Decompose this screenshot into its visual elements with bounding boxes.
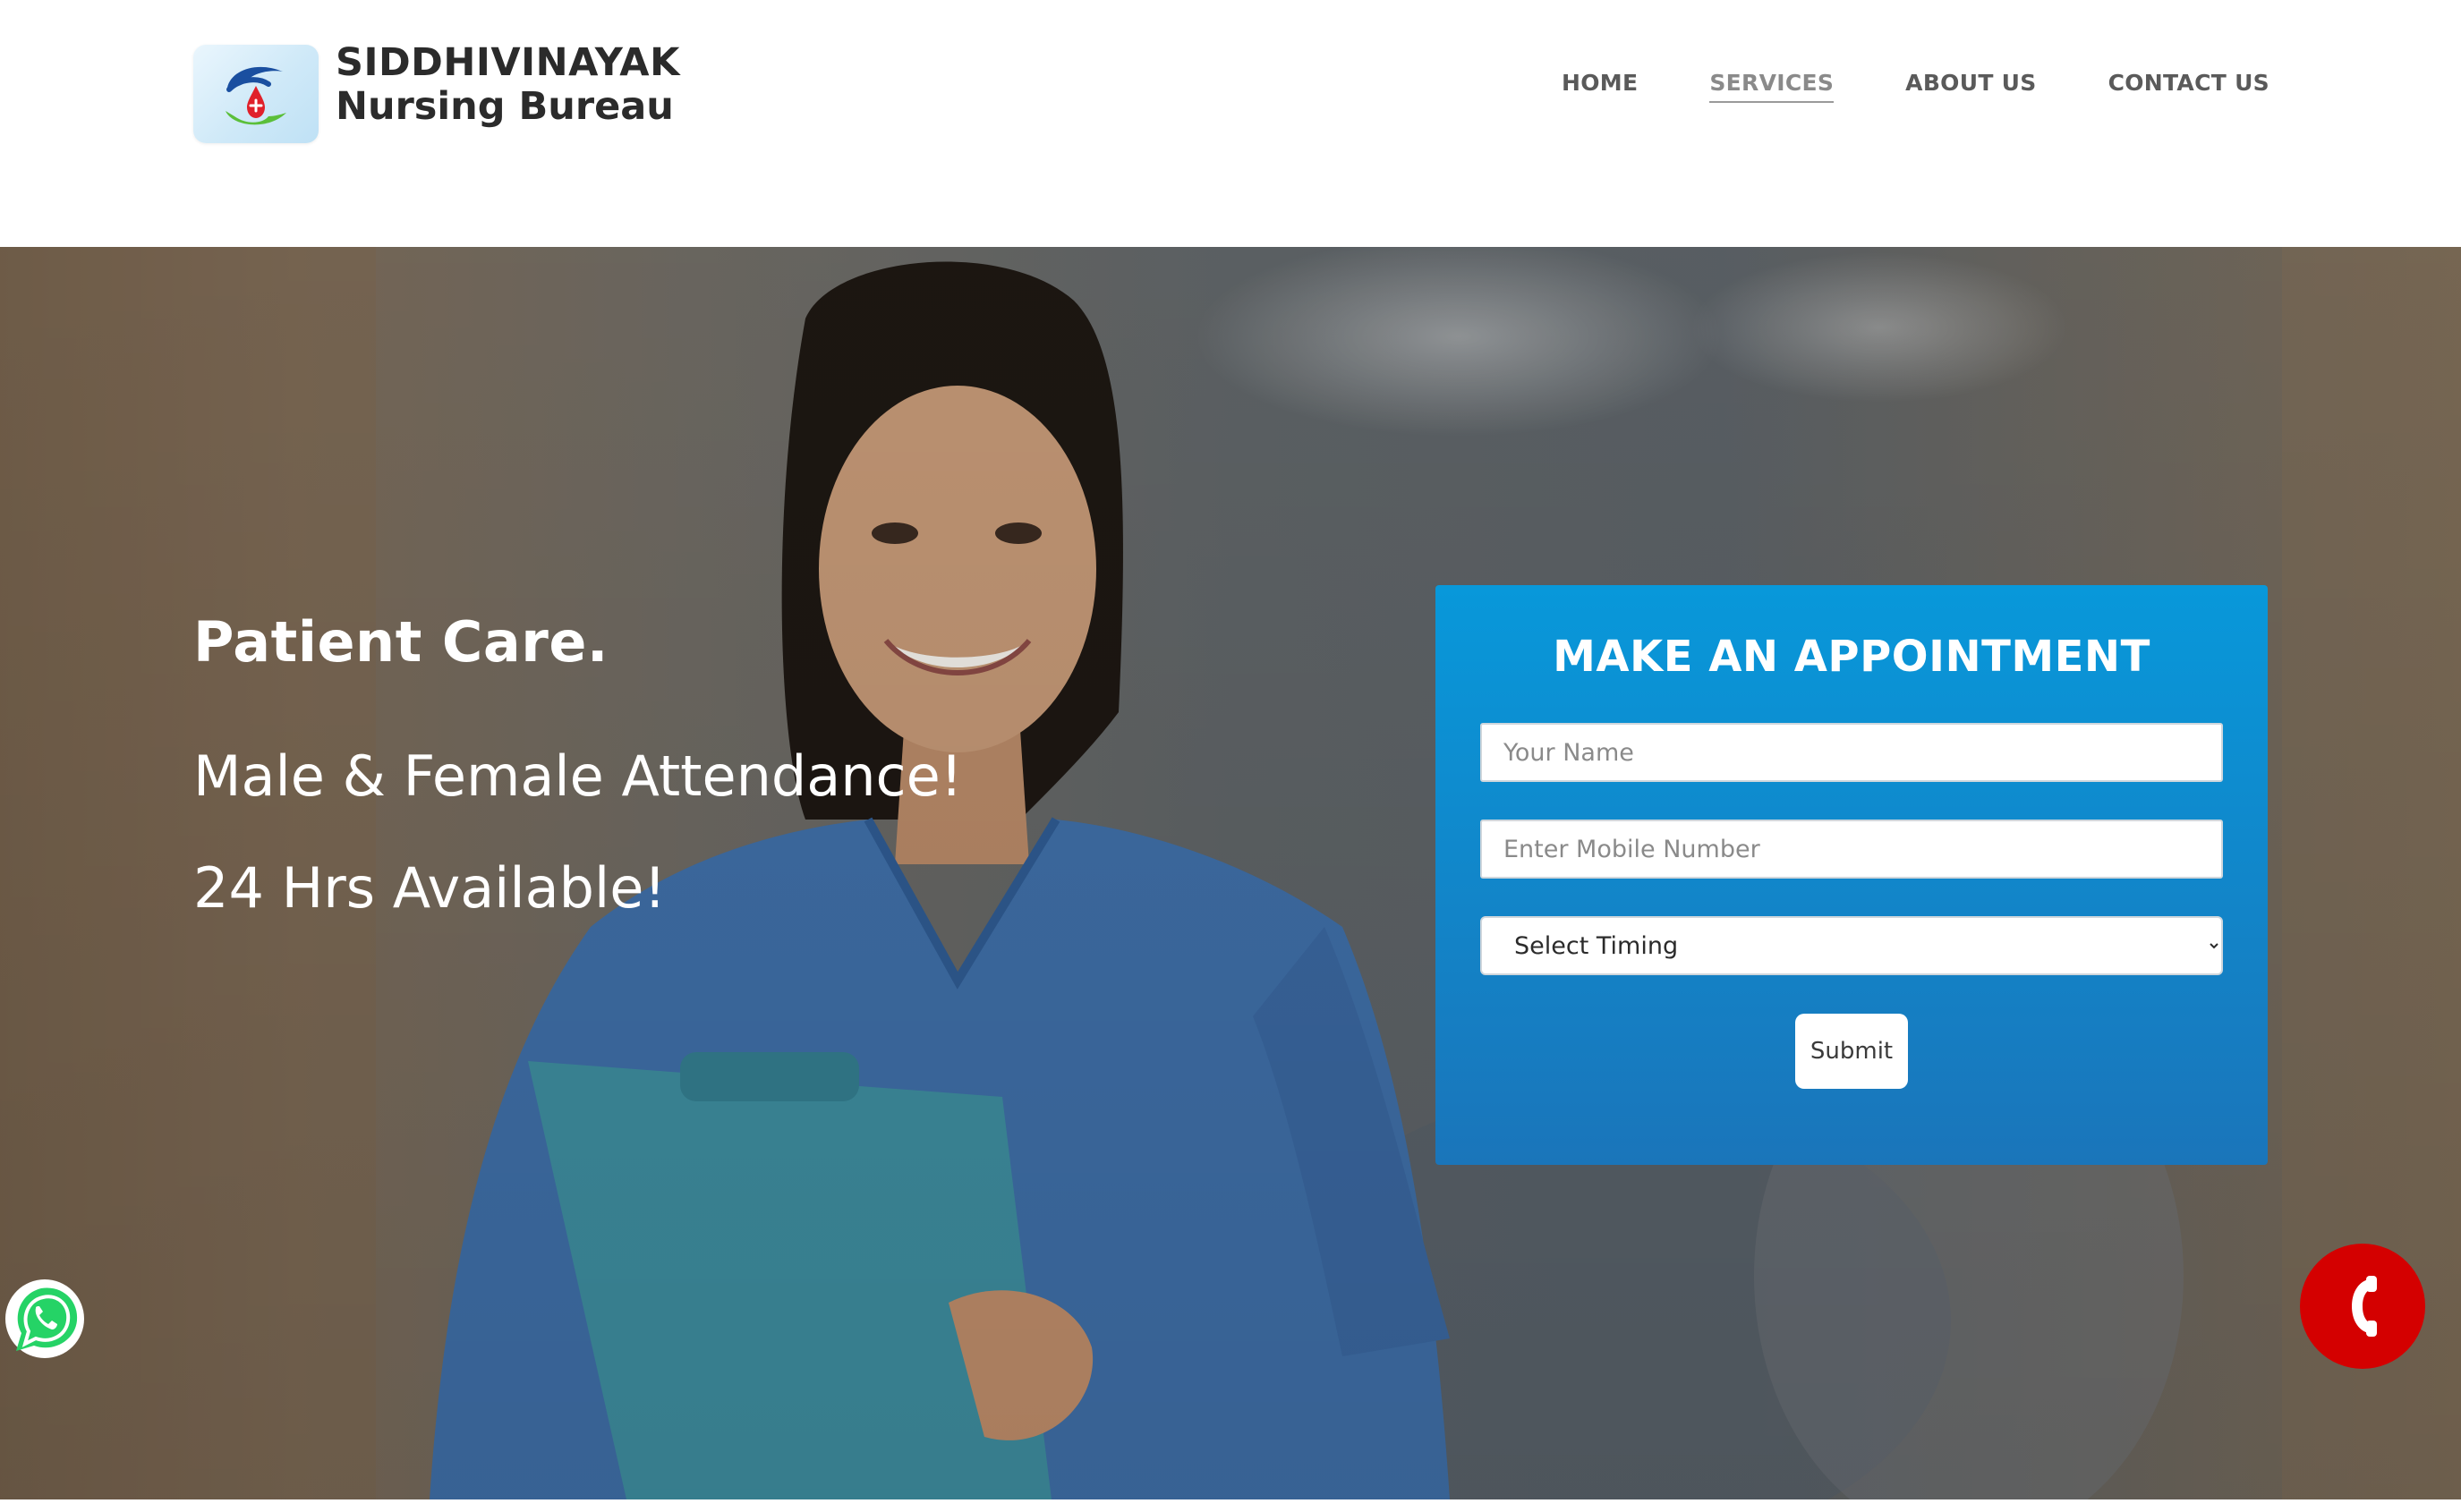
submit-button[interactable]: Submit [1795, 1014, 1908, 1089]
phone-icon [2352, 1276, 2377, 1337]
nav-about-us[interactable]: ABOUT US [1905, 70, 2036, 103]
site-header: SIDDHIVINAYAK Nursing Bureau HOME SERVIC… [0, 0, 2461, 247]
whatsapp-button[interactable] [0, 1274, 89, 1363]
appointment-title: MAKE AN APPOINTMENT [1553, 632, 2150, 682]
nav-services[interactable]: SERVICES [1709, 70, 1835, 103]
brand-name-line1: SIDDHIVINAYAK [336, 40, 680, 85]
whatsapp-icon [5, 1279, 84, 1358]
hero-banner: Patient Care. Male & Female Attendance! … [0, 247, 2461, 1499]
hero-tagline-attendance: Male & Female Attendance! [193, 743, 963, 809]
call-button[interactable] [2300, 1244, 2425, 1369]
nav-contact-us[interactable]: CONTACT US [2108, 70, 2269, 103]
timing-select[interactable]: Select Timing [1480, 916, 2223, 975]
hero-tagline-availability: 24 Hrs Available! [193, 855, 667, 921]
mobile-number-input[interactable] [1480, 820, 2223, 879]
main-nav: HOME SERVICES ABOUT US CONTACT US [1490, 70, 2269, 103]
appointment-form: MAKE AN APPOINTMENT Select Timing Submit [1435, 585, 2268, 1165]
logo-icon[interactable] [193, 45, 319, 143]
name-input[interactable] [1480, 723, 2223, 782]
hero-headline: Patient Care. [193, 609, 609, 675]
brand-name[interactable]: SIDDHIVINAYAK Nursing Bureau [336, 40, 680, 130]
brand-name-line2: Nursing Bureau [336, 84, 674, 130]
nav-home[interactable]: HOME [1562, 70, 1638, 103]
